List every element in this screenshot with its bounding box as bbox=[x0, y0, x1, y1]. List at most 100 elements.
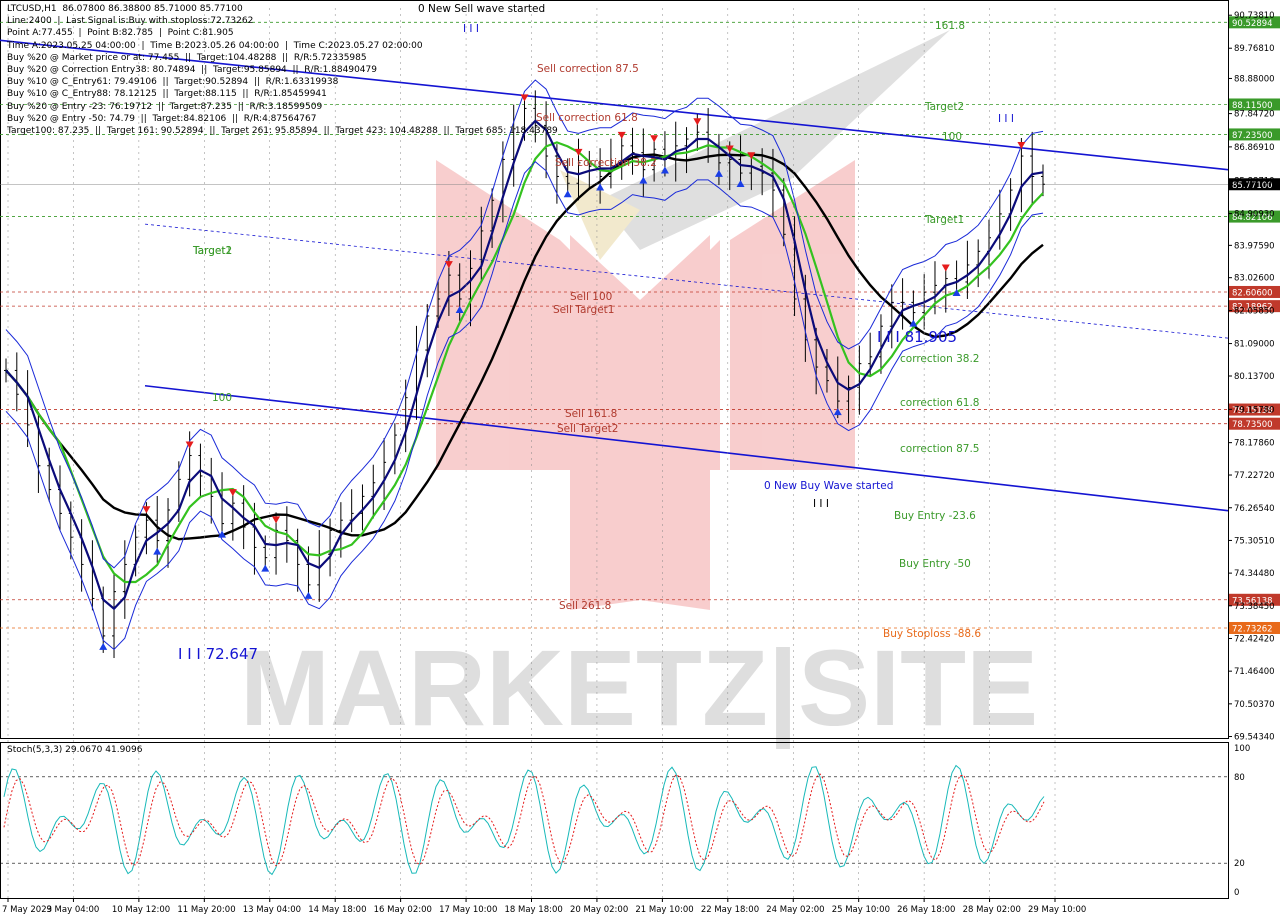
y-tick-label: 82.05850 bbox=[1234, 307, 1275, 317]
wave-iii-bottom-label: I I I bbox=[813, 498, 829, 510]
sell-arrow-icon bbox=[272, 516, 281, 524]
x-tick-label: 29 May 10:00 bbox=[1028, 905, 1086, 915]
stoch-tick-label: 80 bbox=[1234, 773, 1245, 783]
y-tick-label: 85.88710 bbox=[1234, 176, 1275, 186]
watermark-logo: MARKETZ|SITE bbox=[240, 30, 1038, 750]
info-line: Buy %10 @ C_Entry88: 78.12125 || Target:… bbox=[7, 89, 327, 100]
info-line: Buy %20 @ Correction Entry38: 80.74894 |… bbox=[7, 64, 377, 75]
x-tick-label: 16 May 02:00 bbox=[374, 905, 432, 915]
y-tick-label: 71.46400 bbox=[1234, 667, 1275, 677]
buy-arrow-icon bbox=[304, 591, 313, 599]
y-tick-label: 75.30510 bbox=[1234, 536, 1275, 546]
x-tick-label: 26 May 18:00 bbox=[897, 905, 955, 915]
sell-arrow-icon bbox=[693, 118, 702, 126]
x-tick-label: 9 May 04:00 bbox=[46, 905, 99, 915]
correction-61-label: correction 61.8 bbox=[900, 397, 979, 409]
y-tick-label: 83.97590 bbox=[1234, 241, 1275, 251]
sell-arrow-icon bbox=[228, 489, 237, 497]
info-line: Buy %20 @ Entry -50: 74.79 || Target:84.… bbox=[7, 113, 317, 124]
y-tick-label: 87.84720 bbox=[1234, 110, 1275, 120]
sell-target1-label: Sell Target1 bbox=[553, 304, 614, 316]
sell-261-label: Sell 261.8 bbox=[559, 600, 611, 612]
y-tick-label: 77.22720 bbox=[1234, 471, 1275, 481]
price-level-label: 78.73500 bbox=[1232, 420, 1273, 430]
stoch-title: Stoch(5,3,3) 29.0670 41.9096 bbox=[7, 745, 143, 755]
y-tick-label: 81.09000 bbox=[1234, 340, 1275, 350]
sell-arrow-icon bbox=[941, 264, 950, 272]
point-c-label: I I I 81.905 bbox=[877, 328, 957, 346]
correction-38-label: correction 38.2 bbox=[900, 353, 979, 365]
info-line: Point A:77.455 | Point B:82.785 | Point … bbox=[7, 28, 234, 39]
sell-correction-38-label: Sell correction 38.2 bbox=[555, 157, 657, 169]
info-line: Buy %20 @ Entry -23: 76.19712 || Target:… bbox=[7, 101, 323, 112]
level-100-label: 100 bbox=[942, 131, 962, 143]
x-tick-label: 22 May 18:00 bbox=[701, 905, 759, 915]
y-tick-label: 80.13700 bbox=[1234, 372, 1275, 382]
y-tick-label: 69.54340 bbox=[1234, 733, 1275, 743]
wave-iii-right-label: I I I bbox=[998, 113, 1014, 125]
y-tick-label: 90.73810 bbox=[1234, 11, 1275, 21]
info-line: Buy %10 @ C_Entry61: 79.49106 || Target:… bbox=[7, 77, 339, 88]
y-tick-label: 89.76810 bbox=[1234, 44, 1275, 54]
x-tick-label: 13 May 04:00 bbox=[243, 905, 301, 915]
indicator-info-block: LTCUSD,H1 86.07800 86.38800 85.71000 85.… bbox=[7, 3, 558, 137]
watermark-text: MARKETZ|SITE bbox=[240, 627, 1038, 750]
x-tick-label: 20 May 02:00 bbox=[570, 905, 628, 915]
y-tick-label: 73.38450 bbox=[1234, 602, 1275, 612]
price-level-label: 87.23500 bbox=[1232, 131, 1273, 141]
target2-label: Target2 bbox=[924, 101, 964, 113]
fib-161-label: 161.8 bbox=[935, 20, 965, 32]
sell-161-label: Sell 161.8 bbox=[565, 408, 617, 420]
buy-arrow-icon bbox=[99, 642, 108, 650]
buy-stoploss-label: Buy Stoploss -88.6 bbox=[883, 628, 981, 640]
y-tick-label: 88.88000 bbox=[1234, 74, 1275, 84]
y-tick-label: 84.90930 bbox=[1234, 210, 1275, 220]
info-line: Line:2400 | Last Signal is:Buy with stop… bbox=[7, 16, 254, 27]
price-level-label: 72.73262 bbox=[1232, 624, 1273, 634]
correction-87-label: correction 87.5 bbox=[900, 443, 979, 455]
info-line: LTCUSD,H1 86.07800 86.38800 85.71000 85.… bbox=[7, 4, 243, 14]
stochastic-panel: 100 80 20 0 bbox=[0, 744, 1250, 898]
sell-arrow-icon bbox=[617, 131, 626, 139]
x-tick-label: 17 May 10:00 bbox=[439, 905, 497, 915]
x-tick-label: 24 May 02:00 bbox=[766, 905, 824, 915]
stoch-tick-label: 20 bbox=[1234, 859, 1245, 869]
buy-wave-label: 0 New Buy Wave started bbox=[764, 480, 893, 492]
info-line: Target100: 87.235 || Target 161: 90.5289… bbox=[7, 125, 558, 136]
info-line: Time A:2023.05.25 04:00:00 | Time B:2023… bbox=[7, 40, 423, 51]
y-tick-label: 78.17860 bbox=[1234, 439, 1275, 449]
left-100-label: 100 bbox=[212, 392, 232, 404]
sell-target2-label: Sell Target2 bbox=[557, 423, 618, 435]
y-tick-label: 74.34480 bbox=[1234, 569, 1275, 579]
y-tick-label: 76.26540 bbox=[1234, 504, 1275, 514]
sell-arrow-icon bbox=[650, 135, 659, 143]
x-tick-label: 11 May 20:00 bbox=[177, 905, 235, 915]
low-point-label: I I I 72.647 bbox=[178, 645, 258, 663]
x-tick-label: 18 May 18:00 bbox=[505, 905, 563, 915]
y-tick-label: 72.42420 bbox=[1234, 634, 1275, 644]
info-line: Buy %20 @ Market price or at: 77.455 || … bbox=[7, 52, 367, 63]
stoch-tick-label: 0 bbox=[1234, 888, 1239, 898]
stoch-tick-label: 100 bbox=[1234, 744, 1250, 754]
x-tick-label: 7 May 2023 bbox=[2, 905, 52, 915]
buy-entry-23-label: Buy Entry -23.6 bbox=[894, 510, 976, 522]
y-tick-label: 86.86910 bbox=[1234, 143, 1275, 153]
x-tick-label: 14 May 18:00 bbox=[308, 905, 366, 915]
price-level-label: 82.60600 bbox=[1232, 288, 1273, 298]
y-tick-label: 83.02600 bbox=[1234, 274, 1275, 284]
sell-100-label: Sell 100 bbox=[570, 291, 612, 303]
target1-label: Target1 bbox=[924, 214, 964, 226]
y-tick-label: 79.15780 bbox=[1234, 405, 1275, 415]
x-tick-label: 25 May 10:00 bbox=[832, 905, 890, 915]
ghost-target2-label: Target2 bbox=[192, 245, 232, 257]
buy-arrow-icon bbox=[261, 564, 270, 572]
sell-arrow-icon bbox=[142, 506, 151, 514]
buy-arrow-icon bbox=[153, 547, 162, 555]
x-tick-label: 28 May 02:00 bbox=[963, 905, 1021, 915]
x-tick-label: 21 May 10:00 bbox=[635, 905, 693, 915]
stoch-d-line bbox=[3, 773, 1045, 867]
buy-entry-50-label: Buy Entry -50 bbox=[899, 558, 971, 570]
x-tick-label: 10 May 12:00 bbox=[112, 905, 170, 915]
y-tick-label: 70.50370 bbox=[1234, 700, 1275, 710]
chart-canvas: MARKETZ|SITE 90.5289488.1150087.2350084.… bbox=[0, 0, 1280, 915]
